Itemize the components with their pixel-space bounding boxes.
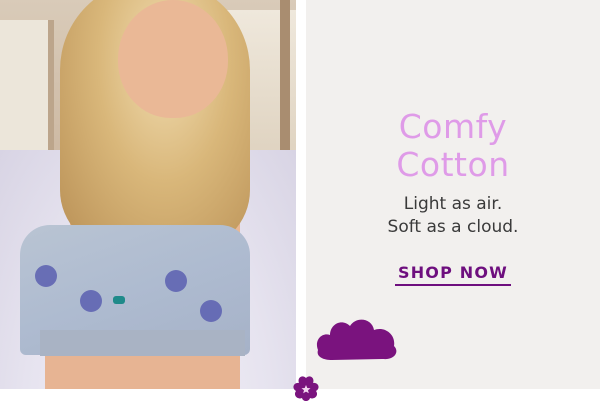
text-panel: Comfy Cotton Light as air. Soft as a clo…	[306, 0, 600, 389]
bra-flower-print	[80, 290, 102, 312]
headline-line-2: Cotton	[396, 145, 510, 184]
subline-line-1: Light as air.	[403, 194, 503, 214]
headline-line-1: Comfy	[398, 107, 508, 146]
model-face	[118, 0, 228, 118]
promo-banner[interactable]: Comfy Cotton Light as air. Soft as a clo…	[0, 0, 600, 402]
flower-logo-icon	[293, 376, 319, 401]
bra-flower-print	[35, 265, 57, 287]
bra-flower-print	[200, 300, 222, 322]
bra-flower-print	[165, 270, 187, 292]
bra-bow	[113, 296, 125, 304]
subline-line-2: Soft as a cloud.	[387, 217, 519, 237]
bra-band	[40, 330, 245, 356]
background-window-left	[0, 20, 54, 170]
purple-cloud-shape	[316, 319, 397, 360]
shop-now-link[interactable]: SHOP NOW	[395, 263, 511, 286]
model-photo[interactable]	[0, 0, 296, 389]
model-midriff	[45, 356, 240, 389]
